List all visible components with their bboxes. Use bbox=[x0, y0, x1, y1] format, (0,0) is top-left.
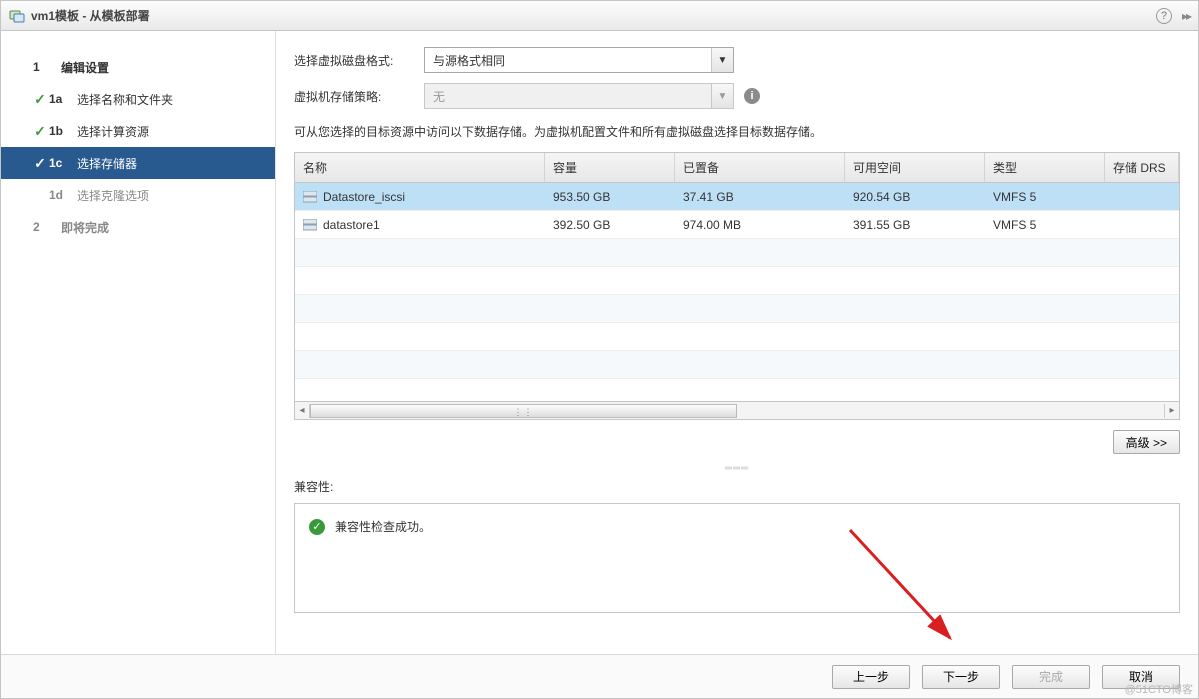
deploy-from-template-dialog: vm1模板 - 从模板部署 ? ▸▸ 1 编辑设置 ✓ 1a 选择名称和文件夹 … bbox=[0, 0, 1199, 699]
storage-description: 可从您选择的目标资源中访问以下数据存储。为虚拟机配置文件和所有虚拟磁盘选择目标数… bbox=[294, 123, 1180, 140]
disk-format-select[interactable]: 与源格式相同 ▼ bbox=[424, 47, 734, 73]
col-type[interactable]: 类型 bbox=[985, 153, 1105, 182]
col-capacity[interactable]: 容量 bbox=[545, 153, 675, 182]
table-row bbox=[295, 379, 1179, 401]
check-icon: ✓ bbox=[31, 91, 49, 108]
content-pane: 选择虚拟磁盘格式: 与源格式相同 ▼ 虚拟机存储策略: 无 ▼ i 可从您选择的… bbox=[276, 31, 1198, 654]
dialog-footer: 上一步 下一步 完成 取消 bbox=[1, 654, 1198, 698]
step-select-storage[interactable]: ✓ 1c 选择存储器 bbox=[1, 147, 275, 179]
table-row bbox=[295, 239, 1179, 267]
finish-button: 完成 bbox=[1012, 665, 1090, 689]
table-row bbox=[295, 323, 1179, 351]
splitter-handle[interactable]: ═══ bbox=[294, 464, 1180, 472]
help-icon[interactable]: ? bbox=[1156, 8, 1172, 24]
row-disk-format: 选择虚拟磁盘格式: 与源格式相同 ▼ bbox=[294, 47, 1180, 73]
table-header: 名称 容量 已置备 可用空间 类型 存储 DRS bbox=[295, 153, 1179, 183]
expand-icon[interactable]: ▸▸ bbox=[1182, 9, 1190, 23]
col-drs[interactable]: 存储 DRS bbox=[1105, 153, 1179, 182]
storage-policy-select: 无 ▼ bbox=[424, 83, 734, 109]
table-row bbox=[295, 295, 1179, 323]
col-free[interactable]: 可用空间 bbox=[845, 153, 985, 182]
table-body: Datastore_iscsi 953.50 GB 37.41 GB 920.5… bbox=[295, 183, 1179, 401]
storage-policy-label: 虚拟机存储策略: bbox=[294, 88, 424, 105]
step-select-name-folder[interactable]: ✓ 1a 选择名称和文件夹 bbox=[1, 83, 275, 115]
row-storage-policy: 虚拟机存储策略: 无 ▼ i bbox=[294, 83, 1180, 109]
table-row bbox=[295, 351, 1179, 379]
disk-format-label: 选择虚拟磁盘格式: bbox=[294, 52, 424, 69]
horizontal-scrollbar[interactable]: ◂ ⋮⋮ ▸ bbox=[295, 401, 1179, 419]
info-icon[interactable]: i bbox=[744, 88, 760, 104]
dialog-title: vm1模板 - 从模板部署 bbox=[31, 7, 1156, 24]
compatibility-box: ✓ 兼容性检查成功。 bbox=[294, 503, 1180, 613]
datastore-table: 名称 容量 已置备 可用空间 类型 存储 DRS Datastore_iscsi… bbox=[294, 152, 1180, 420]
chevron-down-icon[interactable]: ▼ bbox=[711, 48, 733, 72]
table-row[interactable]: datastore1 392.50 GB 974.00 MB 391.55 GB… bbox=[295, 211, 1179, 239]
dialog-body: 1 编辑设置 ✓ 1a 选择名称和文件夹 ✓ 1b 选择计算资源 ✓ 1c 选择… bbox=[1, 31, 1198, 654]
scroll-right-icon[interactable]: ▸ bbox=[1165, 405, 1179, 416]
compatibility-message: 兼容性检查成功。 bbox=[335, 518, 431, 535]
wizard-steps-sidebar: 1 编辑设置 ✓ 1a 选择名称和文件夹 ✓ 1b 选择计算资源 ✓ 1c 选择… bbox=[1, 31, 276, 654]
step-select-compute[interactable]: ✓ 1b 选择计算资源 bbox=[1, 115, 275, 147]
scroll-thumb[interactable]: ⋮⋮ bbox=[310, 404, 737, 418]
datastore-icon bbox=[303, 191, 317, 203]
col-name[interactable]: 名称 bbox=[295, 153, 545, 182]
vm-template-icon bbox=[9, 8, 25, 24]
watermark: @51CTO博客 bbox=[1125, 681, 1193, 697]
table-row[interactable]: Datastore_iscsi 953.50 GB 37.41 GB 920.5… bbox=[295, 183, 1179, 211]
step-ready-to-complete: 2 即将完成 bbox=[1, 211, 275, 243]
scroll-track[interactable]: ⋮⋮ bbox=[309, 404, 1165, 418]
col-provisioned[interactable]: 已置备 bbox=[675, 153, 845, 182]
check-icon: ✓ bbox=[31, 155, 49, 172]
scroll-left-icon[interactable]: ◂ bbox=[295, 405, 309, 416]
advanced-row: 高级 >> bbox=[294, 420, 1180, 464]
check-icon: ✓ bbox=[31, 123, 49, 140]
titlebar-right: ? ▸▸ bbox=[1156, 8, 1190, 24]
step-edit-settings[interactable]: 1 编辑设置 bbox=[1, 51, 275, 83]
chevron-down-icon: ▼ bbox=[711, 84, 733, 108]
titlebar: vm1模板 - 从模板部署 ? ▸▸ bbox=[1, 1, 1198, 31]
table-row bbox=[295, 267, 1179, 295]
compatibility-label: 兼容性: bbox=[294, 478, 1180, 495]
back-button[interactable]: 上一步 bbox=[832, 665, 910, 689]
success-icon: ✓ bbox=[309, 519, 325, 535]
next-button[interactable]: 下一步 bbox=[922, 665, 1000, 689]
advanced-button[interactable]: 高级 >> bbox=[1113, 430, 1180, 454]
datastore-icon bbox=[303, 219, 317, 231]
step-select-clone-options: 1d 选择克隆选项 bbox=[1, 179, 275, 211]
